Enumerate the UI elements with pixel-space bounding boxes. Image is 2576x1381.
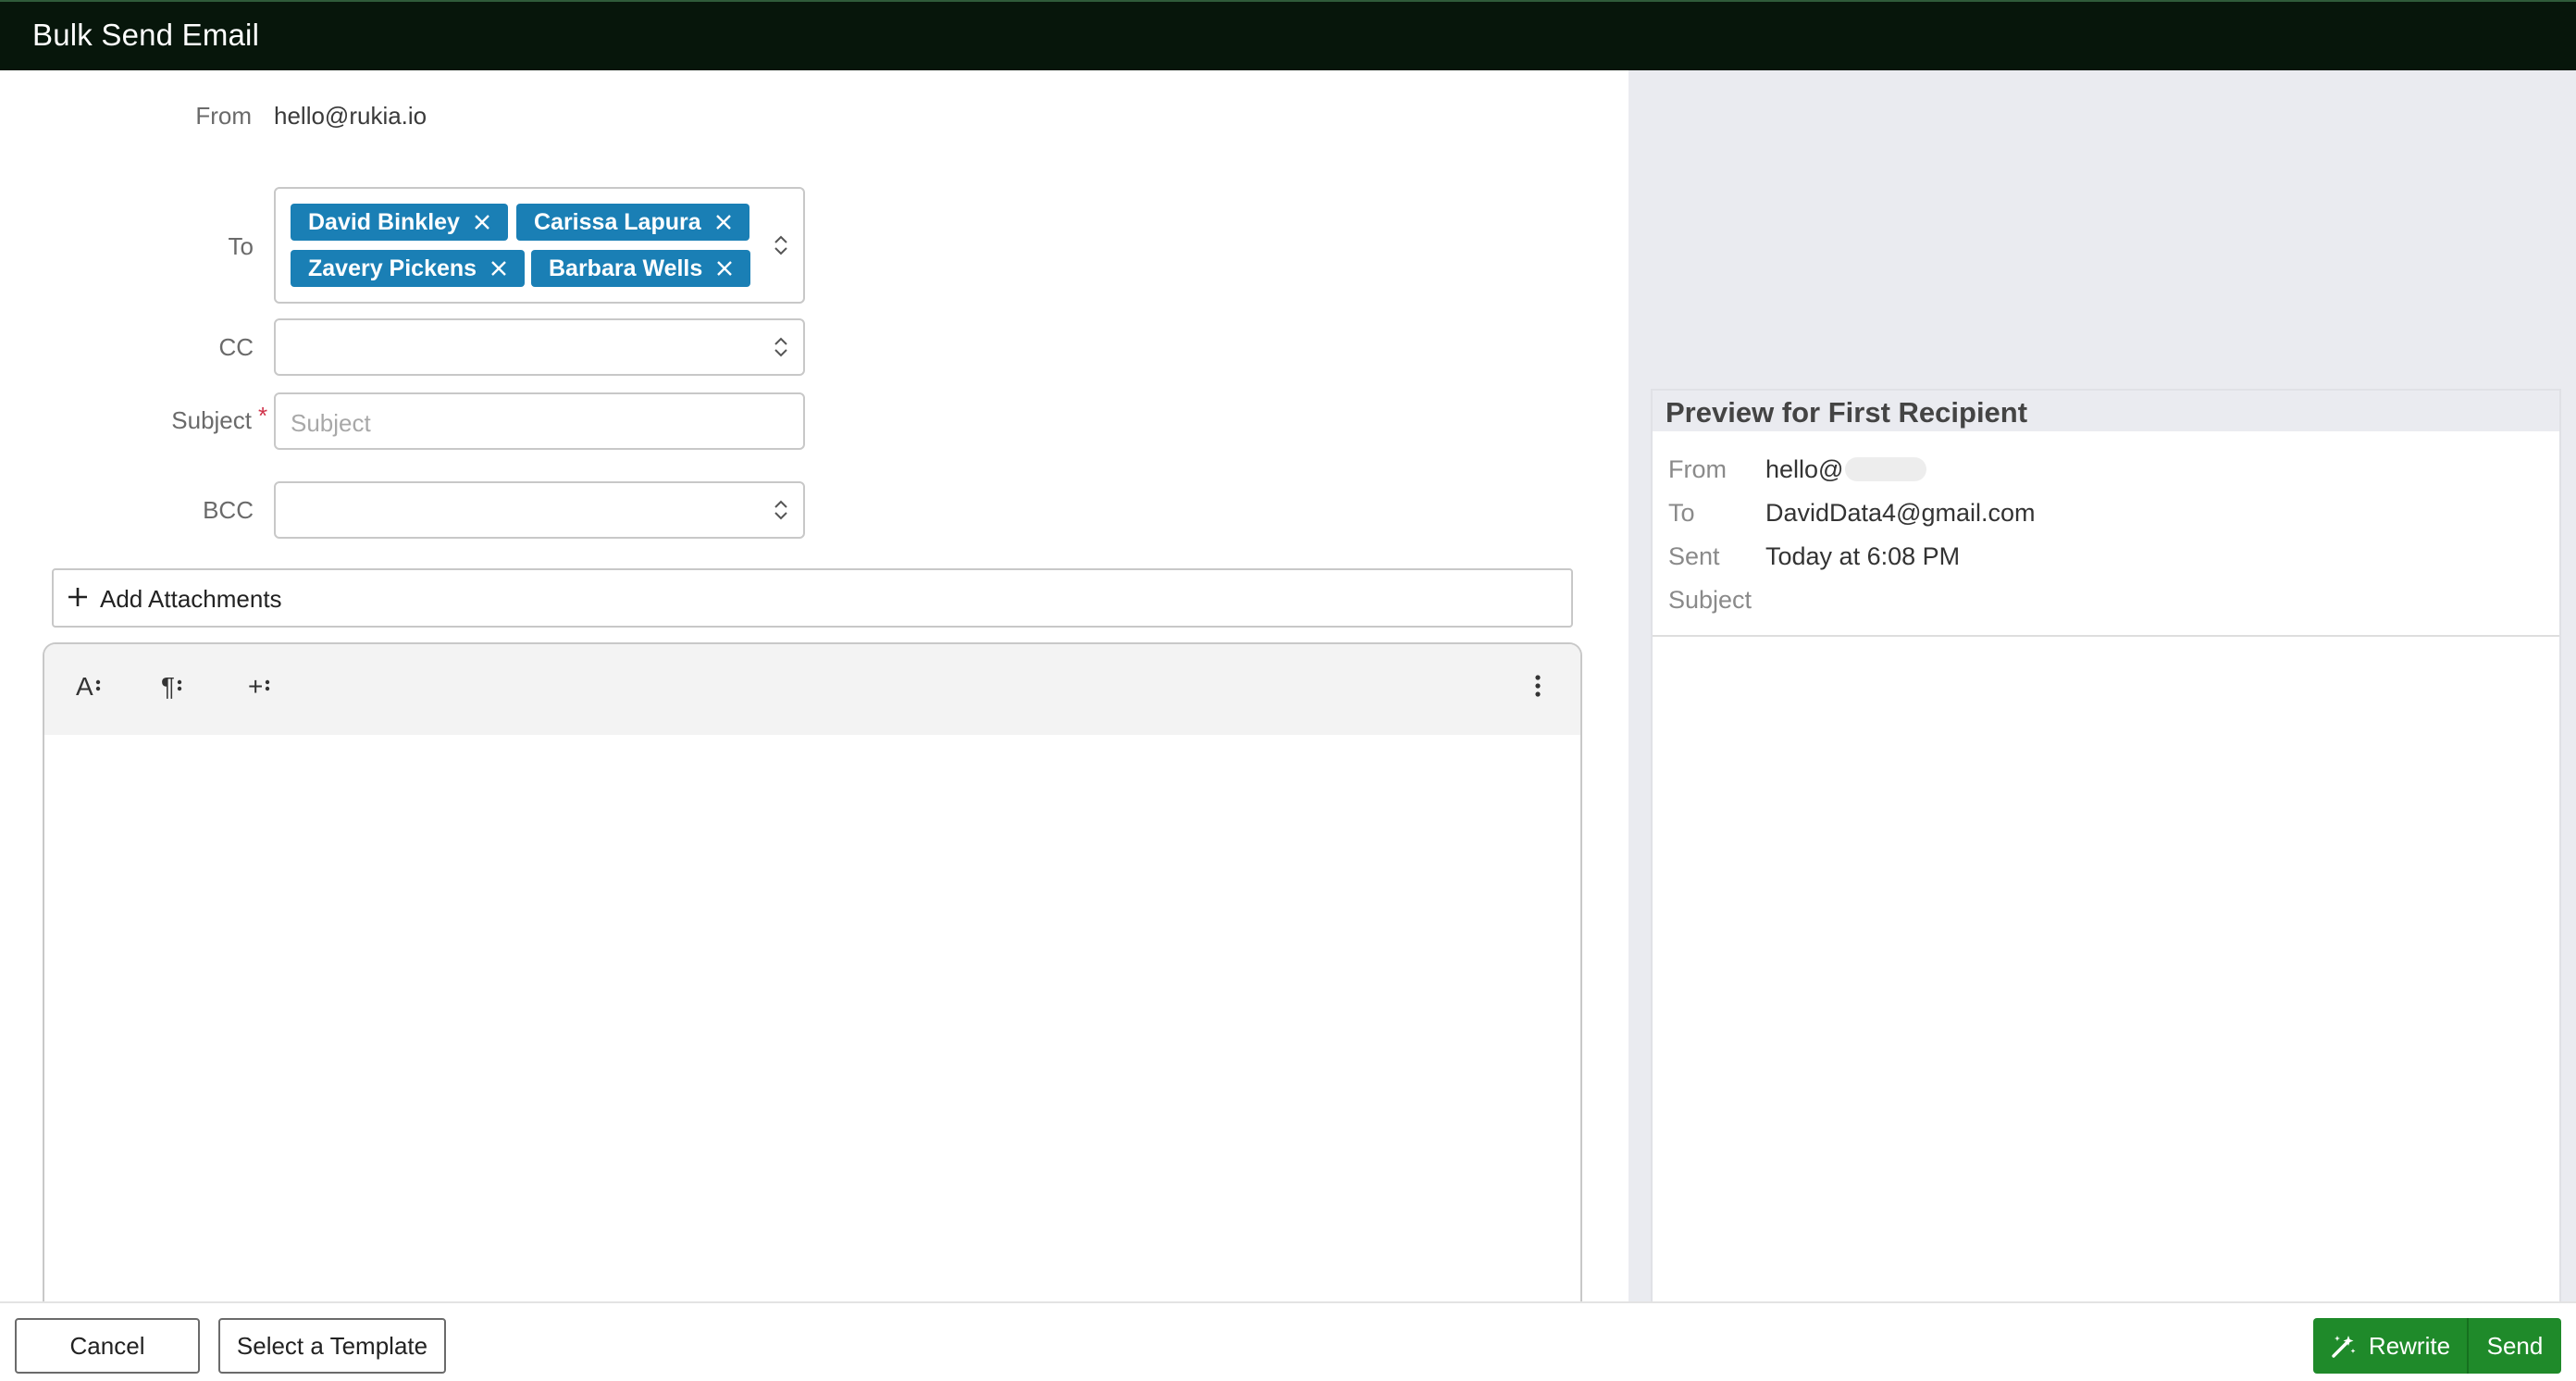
add-attachments-button[interactable]: Add Attachments <box>52 568 1573 628</box>
editor-content[interactable] <box>63 752 1562 1288</box>
cc-label: CC <box>218 333 254 361</box>
preview-sent-value: Today at 6:08 PM <box>1765 542 1961 570</box>
footer-bar: Cancel Select a Template Rewrite Send <box>0 1301 2576 1381</box>
preview-divider <box>1653 635 2559 637</box>
subject-input[interactable]: Subject <box>274 392 805 450</box>
email-body-editor[interactable]: A ¶ + <box>43 642 1582 1309</box>
title-bar: Bulk Send Email <box>0 0 2576 70</box>
send-button[interactable]: Send <box>2469 1318 2561 1374</box>
close-icon[interactable] <box>473 213 491 231</box>
plus-icon <box>67 586 89 613</box>
insert-icon[interactable]: + <box>248 672 270 702</box>
text-style-icon[interactable]: A <box>76 672 101 702</box>
preview-sent-label: Sent <box>1668 542 1720 570</box>
preview-panel: Preview for First Recipient From hello@ … <box>1651 389 2561 1301</box>
window-title: Bulk Send Email <box>32 18 260 52</box>
recipient-chip-label: Barbara Wells <box>549 255 703 281</box>
chevron-updown-icon[interactable] <box>774 233 788 257</box>
add-attachments-label: Add Attachments <box>100 585 282 613</box>
close-icon[interactable] <box>714 213 733 231</box>
send-label: Send <box>2486 1331 2544 1360</box>
bcc-field[interactable] <box>274 481 805 539</box>
to-field[interactable]: David Binkley Carissa Lapura Zavery Pick… <box>274 187 805 304</box>
recipient-chip-label: Zavery Pickens <box>308 255 477 281</box>
preview-from-value: hello@ <box>1765 455 1927 484</box>
more-vertical-icon[interactable] <box>1534 674 1542 704</box>
magic-wand-icon <box>2330 1332 2358 1360</box>
preview-subject-label: Subject <box>1668 586 1752 614</box>
cc-field[interactable] <box>274 318 805 376</box>
rewrite-button[interactable]: Rewrite <box>2313 1318 2467 1374</box>
subject-label: Subject <box>171 406 252 434</box>
preview-from-label: From <box>1668 455 1727 483</box>
recipient-chip-label: Carissa Lapura <box>534 208 701 235</box>
recipient-chip-label: David Binkley <box>308 208 460 235</box>
from-value: hello@rukia.io <box>274 102 427 130</box>
close-icon[interactable] <box>489 259 508 278</box>
preview-to-value: DavidData4@gmail.com <box>1765 499 2036 527</box>
redacted-domain <box>1845 457 1927 481</box>
preview-header: Preview for First Recipient <box>1653 391 2559 431</box>
chevron-updown-icon[interactable] <box>774 335 788 359</box>
from-label: From <box>195 102 252 130</box>
editor-toolbar: A ¶ + <box>44 644 1580 735</box>
close-icon[interactable] <box>715 259 734 278</box>
recipient-chip[interactable]: Carissa Lapura <box>516 204 749 241</box>
rewrite-label: Rewrite <box>2368 1331 2451 1360</box>
subject-placeholder: Subject <box>291 409 371 437</box>
recipient-chip[interactable]: David Binkley <box>291 204 508 241</box>
select-template-button[interactable]: Select a Template <box>218 1318 446 1374</box>
preview-to-label: To <box>1668 499 1695 527</box>
recipient-chip[interactable]: Zavery Pickens <box>291 250 526 287</box>
recipient-chip[interactable]: Barbara Wells <box>531 250 751 287</box>
to-label: To <box>228 232 254 260</box>
bcc-label: BCC <box>203 496 254 524</box>
paragraph-icon[interactable]: ¶ <box>161 672 182 702</box>
required-marker: * <box>258 402 268 429</box>
chevron-updown-icon[interactable] <box>774 498 788 522</box>
cancel-button[interactable]: Cancel <box>15 1318 200 1374</box>
preview-title: Preview for First Recipient <box>1666 396 2028 429</box>
